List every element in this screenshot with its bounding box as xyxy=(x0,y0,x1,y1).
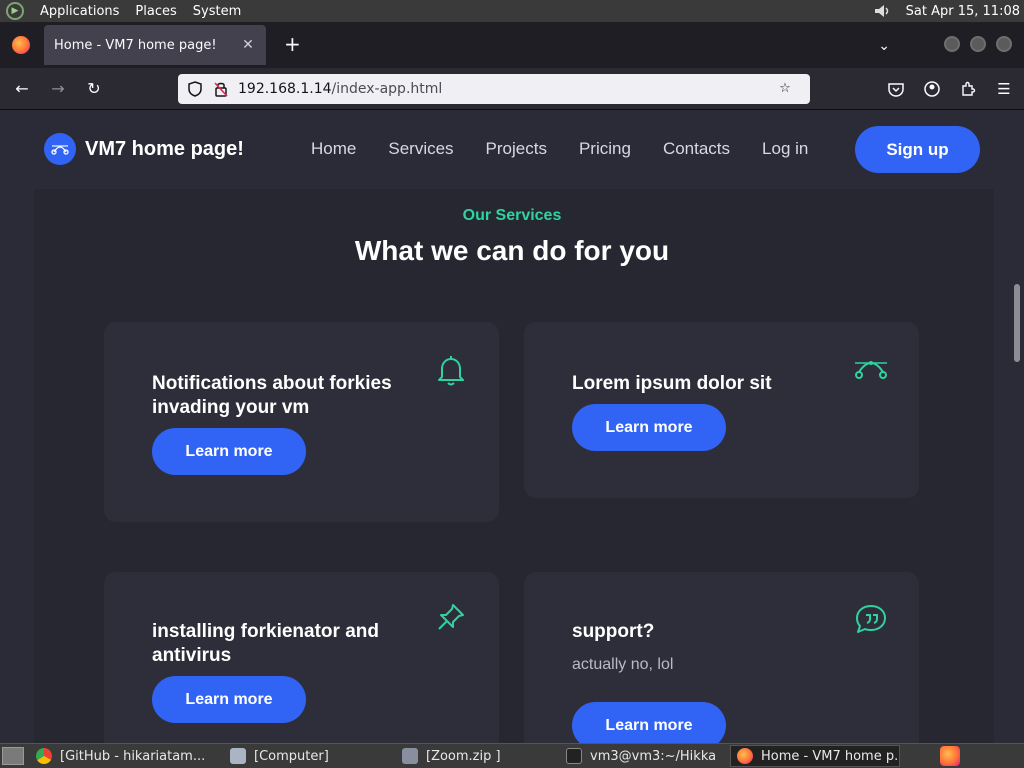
close-window-button[interactable] xyxy=(996,36,1012,52)
service-card: support? actually no, lol Learn more xyxy=(524,572,919,743)
pin-icon xyxy=(434,600,468,634)
quote-bubble-icon xyxy=(854,602,888,636)
new-tab-button[interactable]: + xyxy=(284,32,301,56)
nav-services[interactable]: Services xyxy=(388,139,453,159)
gnome-foot-icon[interactable]: ▶ xyxy=(6,2,24,20)
forward-arrow-icon[interactable]: → xyxy=(44,75,72,103)
card-title: support? xyxy=(572,621,655,642)
reload-icon[interactable]: ↻ xyxy=(80,75,108,103)
volume-icon[interactable] xyxy=(874,4,892,18)
page-scrollbar-thumb[interactable] xyxy=(1014,284,1020,362)
taskbar-item-zip[interactable]: [Zoom.zip ] xyxy=(396,745,556,767)
web-page: VM7 home page! Home Services Projects Pr… xyxy=(0,111,1024,743)
url-bar[interactable]: 192.168.1.14/index-app.html ☆ xyxy=(178,73,810,104)
brand[interactable]: VM7 home page! xyxy=(44,133,244,165)
brand-name: VM7 home page! xyxy=(85,137,244,160)
computer-icon xyxy=(230,748,246,764)
close-tab-icon[interactable]: ✕ xyxy=(240,37,256,53)
nav-login[interactable]: Log in xyxy=(762,139,808,159)
url-text[interactable]: 192.168.1.14/index-app.html xyxy=(238,81,776,97)
firefox-icon xyxy=(737,748,753,764)
pocket-icon[interactable] xyxy=(884,75,908,103)
taskbar-item-computer[interactable]: [Computer] xyxy=(224,745,392,767)
show-desktop-button[interactable] xyxy=(2,747,24,765)
taskbar-item-chrome[interactable]: [GitHub - hikariatam... xyxy=(30,745,220,767)
tab-title: Home - VM7 home page! xyxy=(54,37,217,53)
firefox-launcher-icon[interactable] xyxy=(940,746,960,766)
card-title: Notifications about forkies invading you… xyxy=(152,373,392,418)
services-section: Our Services What we can do for you Noti… xyxy=(34,189,994,743)
applications-menu[interactable]: Applications xyxy=(40,4,119,19)
card-title: Lorem ipsum dolor sit xyxy=(572,373,772,394)
browser-tab[interactable]: Home - VM7 home page! ✕ xyxy=(44,25,266,65)
browser-tabstrip: Home - VM7 home page! ✕ + ⌄ xyxy=(0,22,1024,68)
taskbar-item-firefox[interactable]: Home - VM7 home p... xyxy=(730,745,900,767)
learn-more-button[interactable]: Learn more xyxy=(572,702,726,743)
section-title: What we can do for you xyxy=(354,235,670,266)
nav-pricing[interactable]: Pricing xyxy=(579,139,631,159)
site-header: VM7 home page! Home Services Projects Pr… xyxy=(0,111,1010,189)
learn-more-button[interactable]: Learn more xyxy=(572,404,726,451)
bezier-curve-icon xyxy=(854,352,888,386)
site-nav: Home Services Projects Pricing Contacts … xyxy=(311,139,840,159)
back-arrow-icon[interactable]: ← xyxy=(8,75,36,103)
browser-navbar: ← → ↻ 192.168.1.14/index-app.html ☆ ☰ xyxy=(0,68,1024,110)
learn-more-button[interactable]: Learn more xyxy=(152,428,306,475)
window-controls xyxy=(944,36,1012,52)
learn-more-button[interactable]: Learn more xyxy=(152,676,306,723)
nav-home[interactable]: Home xyxy=(311,139,356,159)
taskbar-item-terminal[interactable]: vm3@vm3:~/Hikka xyxy=(560,745,726,767)
archive-icon xyxy=(402,748,418,764)
firefox-icon xyxy=(12,36,30,54)
places-menu[interactable]: Places xyxy=(135,4,176,19)
extensions-icon[interactable] xyxy=(956,75,980,103)
terminal-icon xyxy=(566,748,582,764)
card-description: actually no, lol xyxy=(572,656,674,673)
system-menu[interactable]: System xyxy=(193,4,241,19)
maximize-button[interactable] xyxy=(970,36,986,52)
nav-contacts[interactable]: Contacts xyxy=(663,139,730,159)
clock[interactable]: Sat Apr 15, 11:08 xyxy=(906,4,1020,19)
card-title: installing forkienator and antivirus xyxy=(152,621,379,666)
shield-icon[interactable] xyxy=(186,80,204,98)
service-card: Notifications about forkies invading you… xyxy=(104,322,499,522)
service-card: Lorem ipsum dolor sit Learn more xyxy=(524,322,919,498)
account-icon[interactable] xyxy=(920,75,944,103)
bezier-logo-icon xyxy=(44,133,76,165)
section-eyebrow: Our Services xyxy=(462,207,562,224)
service-card: installing forkienator and antivirus Lea… xyxy=(104,572,499,743)
insecure-lock-icon[interactable] xyxy=(212,80,230,98)
system-taskbar: [GitHub - hikariatam... [Computer] [Zoom… xyxy=(0,743,1024,768)
bell-icon xyxy=(434,354,468,388)
system-top-panel: ▶ Applications Places System Sat Apr 15,… xyxy=(0,0,1024,22)
tab-list-chevron-icon[interactable]: ⌄ xyxy=(878,38,890,54)
chrome-icon xyxy=(36,748,52,764)
minimize-button[interactable] xyxy=(944,36,960,52)
nav-projects[interactable]: Projects xyxy=(486,139,547,159)
signup-button[interactable]: Sign up xyxy=(855,126,980,173)
bookmark-star-icon[interactable]: ☆ xyxy=(776,80,794,98)
hamburger-menu-icon[interactable]: ☰ xyxy=(992,75,1016,103)
